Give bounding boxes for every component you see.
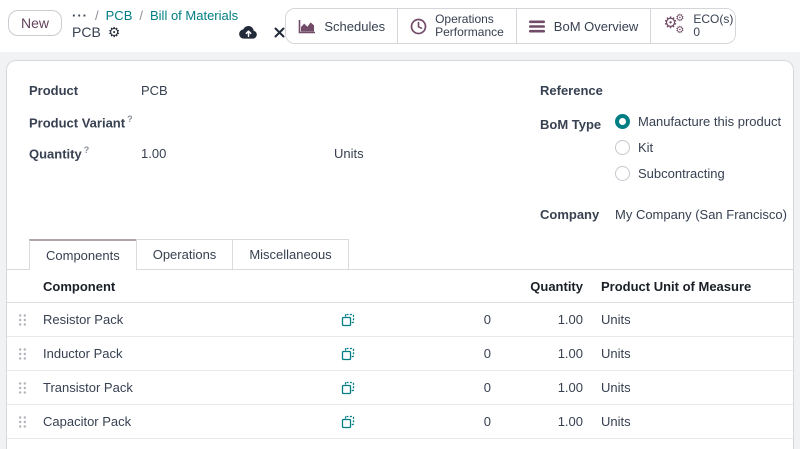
- drag-handle-icon[interactable]: [7, 381, 37, 395]
- component-name[interactable]: Inductor Pack: [37, 346, 337, 361]
- company-value[interactable]: My Company (San Francisco): [615, 207, 787, 222]
- component-name[interactable]: Capacitor Pack: [37, 414, 337, 429]
- breadcrumb-separator: /: [95, 8, 99, 23]
- component-quantity[interactable]: 1.00: [503, 346, 595, 361]
- eco-count: 0: [693, 25, 700, 39]
- radio-kit[interactable]: Kit: [615, 140, 781, 155]
- bom-form: Product PCB Product Variant? Quantity? 1…: [7, 61, 793, 239]
- component-uom[interactable]: Units: [595, 414, 793, 429]
- list-icon: [529, 20, 546, 33]
- component-count: 0: [385, 414, 503, 429]
- eco-button[interactable]: ⚙ ⚙ ⚙ ECO(s) 0: [650, 9, 736, 43]
- breadcrumb-overflow-menu[interactable]: ···: [72, 8, 88, 23]
- form-sheet: Product PCB Product Variant? Quantity? 1…: [6, 60, 794, 449]
- table-header: Component Quantity Product Unit of Measu…: [7, 270, 793, 303]
- quantity-uom[interactable]: Units: [334, 146, 364, 161]
- drag-handle-icon[interactable]: [7, 313, 37, 327]
- copy-icon[interactable]: [337, 381, 385, 395]
- table-row[interactable]: Inductor Pack 0 1.00 Units: [7, 337, 793, 371]
- tab-miscellaneous[interactable]: Miscellaneous: [232, 239, 348, 269]
- reference-label: Reference: [540, 83, 615, 98]
- component-quantity[interactable]: 1.00: [503, 380, 595, 395]
- components-table: Component Quantity Product Unit of Measu…: [7, 270, 793, 439]
- gear-icon[interactable]: ⚙: [108, 25, 121, 39]
- schedules-button[interactable]: Schedules: [286, 9, 397, 43]
- field-quantity: Quantity? 1.00 Units: [29, 145, 540, 167]
- drag-handle-icon[interactable]: [7, 347, 37, 361]
- field-bom-type: BoM Type Manufacture this product Kit Su…: [540, 114, 787, 192]
- radio-unselected-icon[interactable]: [615, 166, 630, 181]
- product-variant-label: Product Variant?: [29, 114, 141, 130]
- breadcrumb: ··· / PCB / Bill of Materials PCB ⚙: [72, 8, 285, 40]
- component-uom[interactable]: Units: [595, 346, 793, 361]
- drag-handle-icon[interactable]: [7, 415, 37, 429]
- breadcrumb-current[interactable]: Bill of Materials: [150, 8, 238, 23]
- control-panel: New ··· / PCB / Bill of Materials PCB ⚙: [0, 0, 800, 52]
- cloud-save-icon[interactable]: [239, 25, 258, 39]
- component-name[interactable]: Transistor Pack: [37, 380, 337, 395]
- field-product: Product PCB: [29, 83, 540, 105]
- tab-operations[interactable]: Operations: [136, 239, 234, 269]
- bom-overview-button[interactable]: BoM Overview: [516, 9, 651, 43]
- column-quantity[interactable]: Quantity: [503, 279, 595, 294]
- gears-icon: ⚙ ⚙ ⚙: [663, 15, 685, 37]
- radio-manufacture[interactable]: Manufacture this product: [615, 114, 781, 129]
- component-uom[interactable]: Units: [595, 312, 793, 327]
- help-tooltip-icon[interactable]: ?: [84, 145, 90, 155]
- component-quantity[interactable]: 1.00: [503, 414, 595, 429]
- area-chart-icon: [298, 19, 316, 34]
- copy-icon[interactable]: [337, 347, 385, 361]
- record-title: PCB: [72, 24, 101, 40]
- table-row[interactable]: Resistor Pack 0 1.00 Units: [7, 303, 793, 337]
- tab-components[interactable]: Components: [29, 239, 137, 270]
- component-count: 0: [385, 380, 503, 395]
- column-uom[interactable]: Product Unit of Measure: [595, 279, 793, 294]
- product-label: Product: [29, 83, 141, 98]
- bom-type-label: BoM Type: [540, 117, 615, 132]
- table-row[interactable]: Transistor Pack 0 1.00 Units: [7, 371, 793, 405]
- component-name[interactable]: Resistor Pack: [37, 312, 337, 327]
- quantity-value[interactable]: 1.00: [141, 146, 334, 161]
- field-company: Company My Company (San Francisco): [540, 207, 787, 229]
- product-value[interactable]: PCB: [141, 83, 168, 98]
- copy-icon[interactable]: [337, 313, 385, 327]
- component-quantity[interactable]: 1.00: [503, 312, 595, 327]
- company-label: Company: [540, 207, 615, 222]
- quantity-label: Quantity?: [29, 145, 141, 161]
- notebook-tabs: Components Operations Miscellaneous: [7, 239, 793, 270]
- breadcrumb-separator: /: [139, 8, 143, 23]
- operations-performance-button[interactable]: Operations Performance: [397, 9, 516, 43]
- field-product-variant: Product Variant?: [29, 114, 540, 136]
- component-uom[interactable]: Units: [595, 380, 793, 395]
- stat-button-group: Schedules Operations Performance BoM Ove…: [285, 8, 736, 44]
- radio-unselected-icon[interactable]: [615, 140, 630, 155]
- component-count: 0: [385, 346, 503, 361]
- column-component[interactable]: Component: [37, 279, 337, 294]
- field-reference: Reference: [540, 83, 787, 105]
- discard-x-icon[interactable]: [274, 27, 285, 38]
- help-tooltip-icon[interactable]: ?: [127, 114, 133, 124]
- new-button[interactable]: New: [8, 10, 62, 36]
- radio-subcontracting[interactable]: Subcontracting: [615, 166, 781, 181]
- clock-icon: [410, 18, 427, 35]
- bom-type-radio-group: Manufacture this product Kit Subcontract…: [615, 114, 781, 192]
- component-count: 0: [385, 312, 503, 327]
- table-row[interactable]: Capacitor Pack 0 1.00 Units: [7, 405, 793, 439]
- breadcrumb-link-pcb[interactable]: PCB: [106, 8, 133, 23]
- radio-selected-icon[interactable]: [615, 114, 630, 129]
- copy-icon[interactable]: [337, 415, 385, 429]
